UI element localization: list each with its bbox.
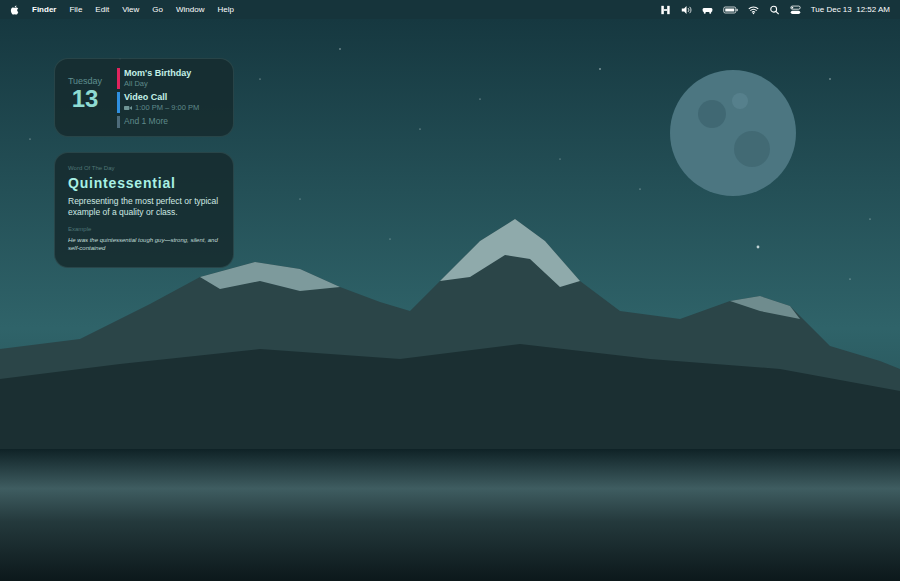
menu-item[interactable]: Go — [152, 5, 163, 14]
day-number: 13 — [72, 86, 99, 112]
event-title: Video Call — [124, 92, 199, 103]
menu-clock[interactable]: Tue Dec 13 12:52 AM — [811, 5, 890, 14]
search-icon[interactable] — [769, 5, 780, 15]
video-camera-icon — [124, 105, 132, 111]
event-time: All Day — [124, 79, 199, 89]
menu-item[interactable]: Help — [217, 5, 233, 14]
widget-label: Word Of The Day — [68, 165, 220, 171]
display-icon[interactable] — [702, 5, 713, 15]
calendar-event[interactable]: Mom's Birthday All Day — [117, 68, 199, 89]
menu-bar: Finder File Edit View Go Window Help Tue Dec 13… — [0, 0, 900, 19]
weekday-label: Tuesday — [68, 76, 102, 86]
event-time: 1:00 PM – 9:00 PM — [124, 103, 199, 113]
menu-item[interactable]: File — [69, 5, 82, 14]
status-area: Tue Dec 13 12:52 AM — [660, 5, 890, 15]
more-events[interactable]: And 1 More — [117, 116, 199, 128]
volume-icon[interactable] — [681, 5, 692, 15]
menu-app-name[interactable]: Finder — [32, 5, 56, 14]
apple-icon[interactable] — [10, 5, 19, 15]
wifi-icon[interactable] — [748, 5, 759, 15]
desktop-screen: Finder File Edit View Go Window Help Tue Dec 13… — [0, 0, 900, 581]
example-label: Example — [68, 226, 220, 232]
moon-icon — [670, 70, 796, 196]
menu-item[interactable]: Edit — [95, 5, 109, 14]
app-logo-icon[interactable] — [660, 5, 671, 15]
example-text: He was the quintessential tough guy—stro… — [68, 236, 220, 252]
event-list: Mom's Birthday All Day Video Call 1:00 PM… — [117, 68, 199, 128]
desktop: Tuesday13 Mom's Birthday All Day Video Cal… — [0, 19, 900, 581]
control-center-icon[interactable] — [790, 5, 801, 15]
calendar-date: Tuesday13 — [67, 68, 103, 112]
menu-left: Finder File Edit View Go Window Help — [10, 5, 234, 15]
word-title: Quintessential — [68, 175, 220, 191]
widget-column: Tuesday13 Mom's Birthday All Day Video Cal… — [54, 58, 234, 268]
word-of-day-widget[interactable]: Word Of The Day Quintessential Representin… — [54, 152, 234, 268]
more-events-label: And 1 More — [124, 116, 199, 128]
battery-icon[interactable] — [723, 5, 738, 15]
calendar-event[interactable]: Video Call 1:00 PM – 9:00 PM — [117, 92, 199, 113]
event-title: Mom's Birthday — [124, 68, 199, 79]
menu-item[interactable]: Window — [176, 5, 204, 14]
menu-item[interactable]: View — [122, 5, 139, 14]
calendar-widget[interactable]: Tuesday13 Mom's Birthday All Day Video Cal… — [54, 58, 234, 137]
word-definition: Representing the most perfect or typical… — [68, 196, 220, 219]
